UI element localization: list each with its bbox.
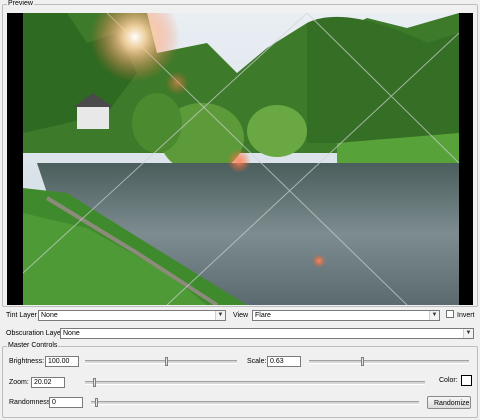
scale-slider[interactable] (309, 357, 469, 366)
tint-layer-select[interactable]: None ▼ (38, 310, 226, 321)
view-select[interactable]: Flare ▼ (252, 310, 440, 321)
zoom-label: Zoom: (9, 379, 29, 386)
scale-label: Scale: (247, 358, 267, 365)
chevron-down-icon[interactable]: ▼ (215, 311, 225, 320)
chevron-down-icon[interactable]: ▼ (429, 311, 439, 320)
view-label: View (233, 312, 249, 319)
view-value: Flare (255, 312, 271, 319)
brightness-label: Brightness: (9, 358, 45, 365)
scale-slider-thumb[interactable] (361, 357, 364, 366)
preview-scene (7, 13, 473, 305)
color-label: Color: (439, 377, 458, 384)
zoom-input[interactable]: 20.02 (31, 377, 65, 388)
preview-group: Preview (2, 0, 478, 307)
obscuration-layer-value: None (63, 330, 80, 337)
randomize-button[interactable]: Randomize (427, 396, 471, 409)
zoom-slider-thumb[interactable] (93, 378, 96, 387)
tint-layer-label: Tint Layer (6, 312, 37, 319)
zoom-slider[interactable] (85, 378, 425, 387)
preview-title: Preview (7, 0, 34, 8)
master-controls-group: Master Controls Brightness: 100.00 Scale… (2, 342, 478, 418)
randomness-slider-thumb[interactable] (95, 398, 98, 407)
randomness-slider[interactable] (91, 398, 419, 407)
master-controls-title: Master Controls (7, 342, 59, 350)
photo (22, 13, 460, 305)
obscuration-layer-select[interactable]: None ▼ (60, 328, 474, 339)
chevron-down-icon[interactable]: ▼ (463, 329, 473, 338)
scale-input[interactable]: 0.63 (267, 356, 301, 367)
color-swatch[interactable] (461, 375, 472, 386)
brightness-slider-thumb[interactable] (165, 357, 168, 366)
randomness-label: Randomness: (9, 399, 53, 406)
obscuration-layer-label: Obscuration Layer (6, 330, 64, 337)
invert-checkbox[interactable] (446, 310, 454, 318)
brightness-input[interactable]: 100.00 (45, 356, 79, 367)
preview-image[interactable] (7, 13, 473, 305)
brightness-slider[interactable] (85, 357, 237, 366)
invert-label: Invert (457, 312, 475, 319)
tint-layer-value: None (41, 312, 58, 319)
randomness-input[interactable]: 0 (49, 397, 83, 408)
